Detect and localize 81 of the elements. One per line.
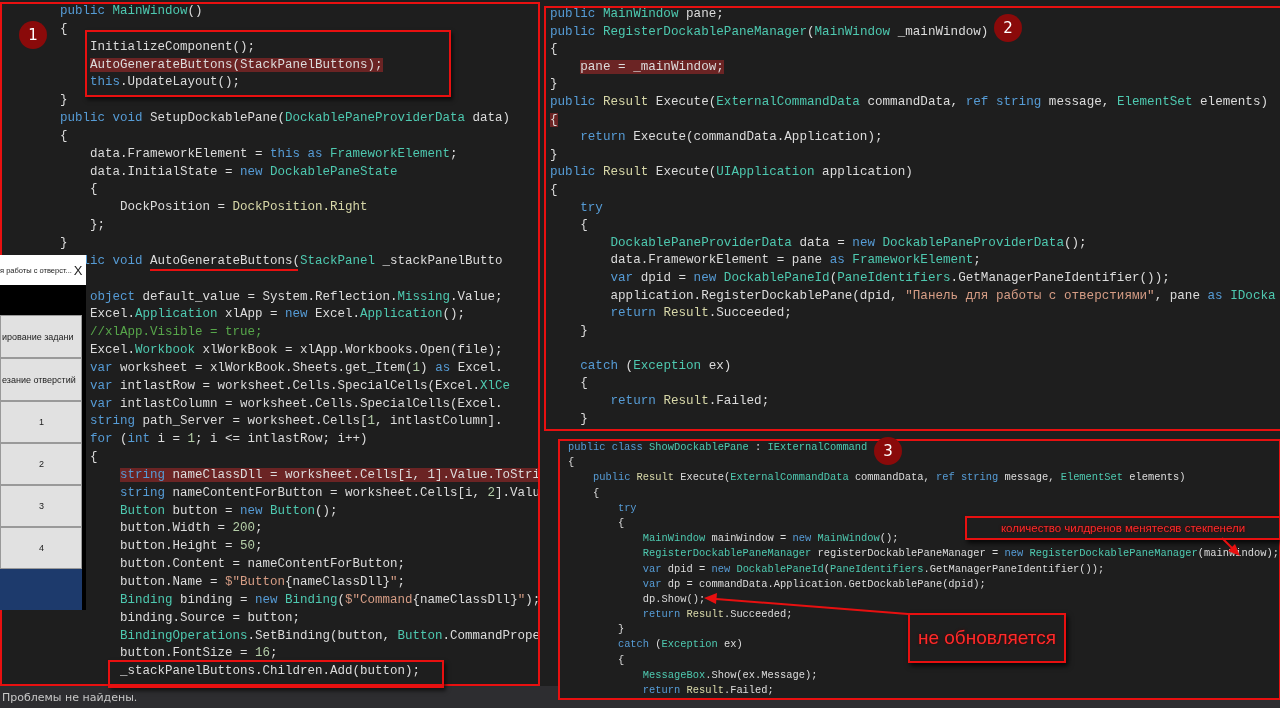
- code-line: MainWindow mainWindow = new MainWindow();: [642, 532, 899, 545]
- code-line: _stackPanelButtons.Children.Add(button);: [120, 664, 421, 679]
- code-line: try: [580, 200, 603, 215]
- panel-button[interactable]: 1: [0, 401, 82, 443]
- panel-button[interactable]: ирование задани: [0, 315, 82, 358]
- code-line: button.Width = 200;: [120, 521, 263, 536]
- code-line: data.FrameworkElement = pane as FrameworkElement;: [610, 253, 981, 268]
- code-line: return Result.Succeeded;: [610, 306, 792, 321]
- code-line: public Result Execute(ExternalCommandData commandData, ref string message, ElementSet elements): [592, 471, 1186, 484]
- code-line: binding.Source = button;: [120, 610, 301, 625]
- panel-button[interactable]: 3: [0, 485, 82, 527]
- code-line: {: [60, 128, 68, 143]
- code-line: {: [60, 21, 68, 36]
- code-line: {: [617, 516, 625, 529]
- code-line: {: [592, 486, 600, 499]
- annotation-note: не обновляется: [908, 613, 1066, 663]
- code-line: return Execute(commandData.Application);: [580, 130, 883, 145]
- code-line: public Result Execute(UIApplication application): [550, 165, 913, 180]
- code-line: {: [90, 450, 98, 465]
- code-line: for (int i = 1; i <= intlastRow; i++): [90, 432, 368, 447]
- code-line: var dpid = new DockablePaneId(PaneIdentifiers.GetManagerPaneIdentifier());: [642, 562, 1105, 575]
- code-line: {: [550, 182, 558, 197]
- code-line: application.RegisterDockablePane(dpid, "Панель для работы с отверстиями", pane as IDocka: [610, 288, 1276, 303]
- code-line: public void SetupDockablePane(DockablePaneProviderData data): [60, 111, 511, 126]
- code-line: DockPosition = DockPosition.Right: [120, 200, 368, 215]
- code-line: dp.Show();: [642, 592, 706, 605]
- code-line: MessageBox.Show(ex.Message);: [642, 668, 818, 681]
- code-line: var intlastRow = worksheet.Cells.SpecialCells(Excel.XlCe: [90, 378, 511, 393]
- code-line: button.Content = nameContentForButton;: [120, 557, 406, 572]
- code-line: }: [550, 147, 558, 162]
- code-line: };: [90, 218, 106, 233]
- code-line: public MainWindow pane;: [550, 8, 724, 21]
- code-line: }: [60, 235, 68, 250]
- code-line: }: [617, 623, 625, 636]
- code-line: return Result.Succeeded;: [642, 608, 793, 621]
- code-line: }: [580, 323, 588, 338]
- code-line: data.InitialState = new DockablePaneState: [90, 164, 398, 179]
- code-line: Excel.Application xlApp = new Excel.Application();: [90, 307, 466, 322]
- code-line: {: [568, 456, 575, 469]
- code-line: //xlApp.Visible = true;: [90, 325, 263, 340]
- code-line: public MainWindow(): [60, 4, 203, 18]
- code-line: this.UpdateLayout();: [90, 75, 241, 90]
- close-button[interactable]: X: [73, 262, 83, 278]
- code-line: InitializeComponent();: [90, 39, 256, 54]
- code-line: }: [580, 411, 588, 426]
- code-line: data.FrameworkElement = this as FrameworkElement;: [90, 146, 458, 161]
- status-text: Проблемы не найдены.: [2, 690, 138, 704]
- code-line: Binding binding = new Binding($"Command{nameClassDll}");: [120, 592, 538, 607]
- code-line: var dp = commandData.Application.GetDockablePane(dpid);: [642, 577, 986, 590]
- code-line: }: [550, 77, 558, 92]
- code-line: button.Height = 50;: [120, 539, 263, 554]
- code-line: catch (Exception ex): [617, 638, 743, 651]
- code-line: public class ShowDockablePane : IExternalCommand: [568, 441, 868, 453]
- code-line: Excel.Workbook xlWorkBook = xlApp.Workbooks.Open(file);: [90, 343, 503, 358]
- code-line: var intlastColumn = worksheet.Cells.SpecialCells(Excel.: [90, 396, 503, 411]
- code-line: {: [580, 376, 588, 391]
- code-line: object default_value = System.Reflection.Missing.Value;: [90, 289, 503, 304]
- code-line: return Result.Failed;: [610, 394, 770, 409]
- panel-button[interactable]: езание отверстий: [0, 358, 82, 401]
- code-line: }: [60, 93, 68, 108]
- code-line: lic void AutoGenerateButtons(StackPanel _stackPanelButto: [82, 253, 503, 268]
- code-line: Button button = new Button();: [120, 503, 338, 518]
- code-line: try: [617, 501, 637, 514]
- code-line: RegisterDockablePaneManager registerDockablePaneManager = new RegisterDockablePaneManager(mainWindow);: [642, 547, 1279, 560]
- code-line: {: [617, 653, 625, 666]
- code-line: DockablePaneProviderData data = new DockablePaneProviderData();: [610, 235, 1087, 250]
- panel-button[interactable]: 2: [0, 443, 82, 485]
- code-line: public Result Execute(ExternalCommandData commandData, ref string message, ElementSet elements): [550, 94, 1269, 109]
- code-line: var dpid = new DockablePaneId(PaneIdentifiers.GetManagerPaneIdentifier());: [610, 270, 1170, 285]
- code-line: {: [90, 182, 98, 197]
- code-line: var worksheet = xlWorkBook.Sheets.get_Item(1) as Excel.: [90, 360, 503, 375]
- code-line: string path_Server = worksheet.Cells[1, intlastColumn].: [90, 414, 503, 429]
- code-line: return Result.Failed;: [642, 684, 774, 696]
- code-line: button.Name = $"Button{nameClassDll}";: [120, 575, 406, 589]
- code-line: catch (Exception ex): [580, 358, 732, 373]
- code-line: {: [580, 218, 588, 233]
- code-line: {: [550, 42, 558, 57]
- code-line: public RegisterDockablePaneManager(MainWindow _mainWindow): [550, 24, 989, 39]
- panel-button[interactable]: 4: [0, 527, 82, 569]
- annotation-note: количество чилдренов менятесяв стекпенели: [965, 516, 1280, 540]
- code-line: button.FontSize = 16;: [120, 646, 278, 661]
